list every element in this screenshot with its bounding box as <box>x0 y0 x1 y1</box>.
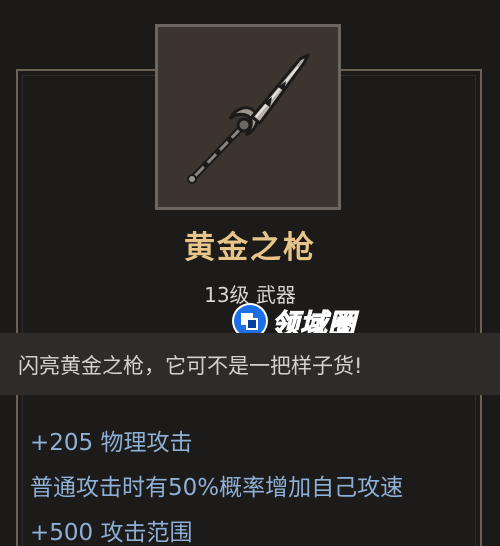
item-icon-frame[interactable] <box>155 24 341 210</box>
flavor-text-bar: 闪亮黄金之枪，它可不是一把样子货! <box>0 333 500 395</box>
item-name: 黄金之枪 <box>184 230 316 266</box>
stat-line-attack-speed-chance: 普通攻击时有50%概率增加自己攻速 <box>30 475 404 501</box>
golden-spear-icon <box>187 53 310 184</box>
stat-line-attack-range: +500 攻击范围 <box>30 520 193 546</box>
stat-line-physical-attack: +205 物理攻击 <box>30 430 193 456</box>
item-tooltip-screen: 黄金之枪 13级 武器 领域圈 闪亮黄金之枪，它可不是一把样子货! +205 物… <box>0 0 500 546</box>
flavor-text: 闪亮黄金之枪，它可不是一把样子货! <box>18 354 363 378</box>
